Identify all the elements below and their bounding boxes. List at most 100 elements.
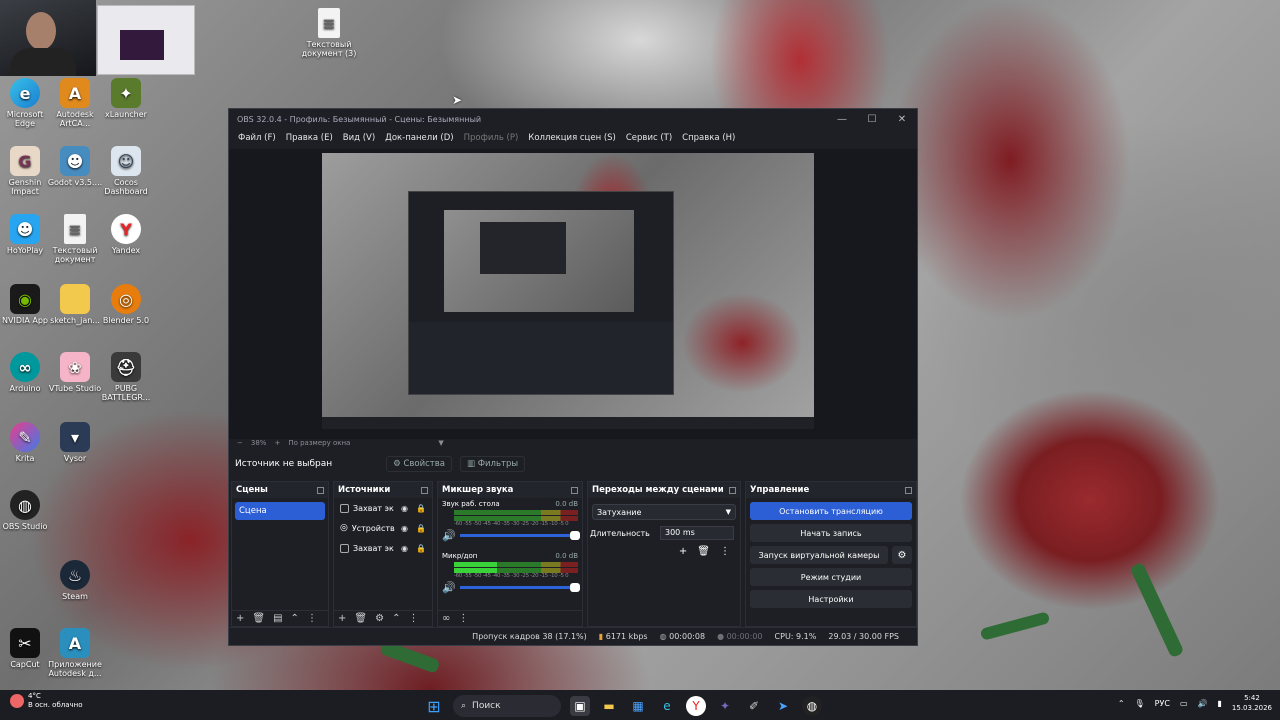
store-icon[interactable]: ▦ [628, 696, 648, 716]
stop-stream-button[interactable]: Остановить трансляцию [750, 502, 912, 520]
volume-slider[interactable] [459, 583, 580, 592]
desktop-icon-edge[interactable]: e Microsoft Edge [0, 78, 53, 128]
yandex-icon[interactable]: Y [686, 696, 706, 716]
desktop-icon-capcut[interactable]: ✂ CapCut [0, 628, 53, 669]
eye-icon[interactable]: ◉ [401, 504, 408, 513]
language-indicator[interactable]: РУС [1155, 699, 1170, 708]
menu-scene-collection[interactable]: Коллекция сцен (S) [523, 133, 621, 143]
desktop-icon-arduino[interactable]: ∞ Arduino [0, 352, 53, 393]
scene-item[interactable]: Сцена [235, 502, 325, 520]
maximize-icon[interactable]: ☐ [857, 114, 887, 125]
undock-icon[interactable] [905, 486, 912, 494]
desktop-icon-xlauncher[interactable]: ✦ xLauncher [98, 78, 154, 119]
gear-icon[interactable]: ⚙ [892, 546, 912, 564]
desktop-icon-krita[interactable]: ✎ Krita [0, 422, 53, 463]
file-explorer-icon[interactable]: ▬ [599, 696, 619, 716]
volume-slider[interactable] [459, 531, 580, 540]
scene-filter-icon[interactable]: ▤ [273, 613, 282, 624]
undock-icon[interactable] [317, 486, 324, 494]
lock-icon[interactable]: 🔒 [416, 544, 426, 553]
transition-select[interactable]: Затухание ▼ [592, 504, 736, 520]
obs-titlebar[interactable]: OBS 32.0.4 - Профиль: Безымянный - Сцены… [229, 109, 917, 129]
more-icon[interactable]: ⋮ [720, 546, 730, 557]
menu-help[interactable]: Справка (H) [677, 133, 740, 143]
chevron-up-icon[interactable]: ⌃ [291, 613, 299, 624]
microphone-icon[interactable]: 🎙 [1135, 699, 1145, 708]
desktop-icon-vtube[interactable]: ❀ VTube Studio [47, 352, 103, 393]
slider-knob[interactable] [570, 531, 580, 540]
edge-icon[interactable]: e [657, 696, 677, 716]
menu-edit[interactable]: Правка (E) [281, 133, 338, 143]
undock-icon[interactable] [421, 486, 428, 494]
source-item[interactable]: ◎ Устройств ◉ 🔒 [334, 518, 432, 538]
minimize-icon[interactable]: — [827, 114, 857, 125]
desktop-icon-godot[interactable]: ☻ Godot v3.5.... [47, 146, 103, 187]
desktop-icon-sketch-folder[interactable]: sketch_jan... [47, 284, 103, 325]
desktop-icon-text-doc[interactable]: ≡ Текстовый документ [47, 214, 103, 264]
settings-button[interactable]: Настройки [750, 590, 912, 608]
weather-widget[interactable]: 4°C В осн. облачно [10, 692, 83, 710]
properties-button[interactable]: ⚙ Свойства [386, 456, 452, 472]
desktop-icon-yandex[interactable]: Y Yandex [98, 214, 154, 255]
start-windows-icon[interactable]: ⊞ [424, 696, 444, 716]
obs-window[interactable]: OBS 32.0.4 - Профиль: Безымянный - Сцены… [228, 108, 918, 646]
desktop-icon-pubg[interactable]: ⛑ PUBG BATTLEGR... [98, 352, 154, 402]
link-icon[interactable]: ∞ [442, 613, 450, 624]
duration-field[interactable]: 300 ms [660, 526, 734, 540]
add-icon[interactable]: + [679, 546, 687, 557]
zoom-plus-icon[interactable]: + [274, 439, 280, 447]
task-view-icon[interactable]: ▣ [570, 696, 590, 716]
volume-icon[interactable]: 🔊 [1198, 699, 1208, 708]
virtual-camera-button[interactable]: Запуск виртуальной камеры [750, 546, 888, 564]
source-item[interactable]: Захват эк ◉ 🔒 [334, 538, 432, 558]
network-icon[interactable]: ▭ [1180, 699, 1188, 708]
telegram-icon[interactable]: ➤ [773, 696, 793, 716]
eye-icon[interactable]: ◉ [401, 544, 408, 553]
menu-tools[interactable]: Сервис (T) [621, 133, 677, 143]
desktop-icon-hoyoplay[interactable]: ☻ HoYoPlay [0, 214, 53, 255]
app-icon[interactable]: ✦ [715, 696, 735, 716]
trash-icon[interactable]: 🗑 [252, 613, 265, 624]
menu-docks[interactable]: Док-панели (D) [380, 133, 458, 143]
desktop-icon-vysor[interactable]: ▾ Vysor [47, 422, 103, 463]
speaker-icon[interactable]: 🔊 [442, 529, 456, 542]
obs-icon[interactable]: ◍ [802, 696, 822, 716]
start-record-button[interactable]: Начать запись [750, 524, 912, 542]
clock[interactable]: 5:42 15.03.2026 [1232, 693, 1272, 713]
speaker-icon[interactable]: 🔊 [442, 581, 456, 594]
zoom-minus-icon[interactable]: − [237, 439, 243, 447]
chevron-up-icon[interactable]: ⌃ [1118, 699, 1125, 708]
desktop-icon-genshin[interactable]: G Genshin Impact [0, 146, 53, 196]
zoom-mode[interactable]: По размеру окна [288, 439, 350, 447]
desktop-icon-steam[interactable]: ♨ Steam [47, 560, 103, 601]
source-item[interactable]: Захват эк ◉ 🔒 [334, 498, 432, 518]
desktop-icon-nvidia[interactable]: ◉ NVIDIA App [0, 284, 53, 325]
search-box[interactable]: ⌕ Поиск [453, 695, 561, 717]
chevron-down-icon[interactable]: ▼ [438, 439, 443, 447]
gear-icon[interactable]: ⚙ [375, 613, 384, 624]
menu-file[interactable]: Файл (F) [233, 133, 281, 143]
undock-icon[interactable] [571, 486, 578, 494]
trash-icon[interactable]: 🗑 [697, 546, 710, 557]
more-icon[interactable]: ⋮ [307, 613, 317, 624]
desktop-icon-text-doc-3[interactable]: ≡ Текстовый документ (3) [301, 8, 357, 58]
preview-area[interactable] [229, 149, 917, 439]
desktop-icon-autodesk-app[interactable]: A Приложение Autodesk д... [47, 628, 103, 678]
slider-knob[interactable] [570, 583, 580, 592]
filters-button[interactable]: ▥ Фильтры [459, 456, 526, 472]
pen-tool-icon[interactable]: ✐ [744, 696, 764, 716]
add-icon[interactable]: + [338, 613, 346, 624]
add-icon[interactable]: + [236, 613, 244, 624]
desktop-icon-obs[interactable]: ◍ OBS Studio [0, 490, 53, 531]
zoom-bar[interactable]: − 38% + По размеру окна ▼ [229, 437, 917, 449]
close-icon[interactable]: ✕ [887, 114, 917, 125]
chevron-up-icon[interactable]: ⌃ [392, 613, 400, 624]
eye-icon[interactable]: ◉ [401, 524, 408, 533]
desktop-icon-cocos[interactable]: ☺ Cocos Dashboard [98, 146, 154, 196]
undock-icon[interactable] [729, 486, 736, 494]
lock-icon[interactable]: 🔒 [416, 504, 426, 513]
more-icon[interactable]: ⋮ [458, 613, 468, 624]
desktop-icon-artcam[interactable]: A Autodesk ArtCA... [47, 78, 103, 128]
preview-canvas[interactable] [322, 153, 814, 429]
battery-icon[interactable]: ▮ [1218, 699, 1222, 708]
